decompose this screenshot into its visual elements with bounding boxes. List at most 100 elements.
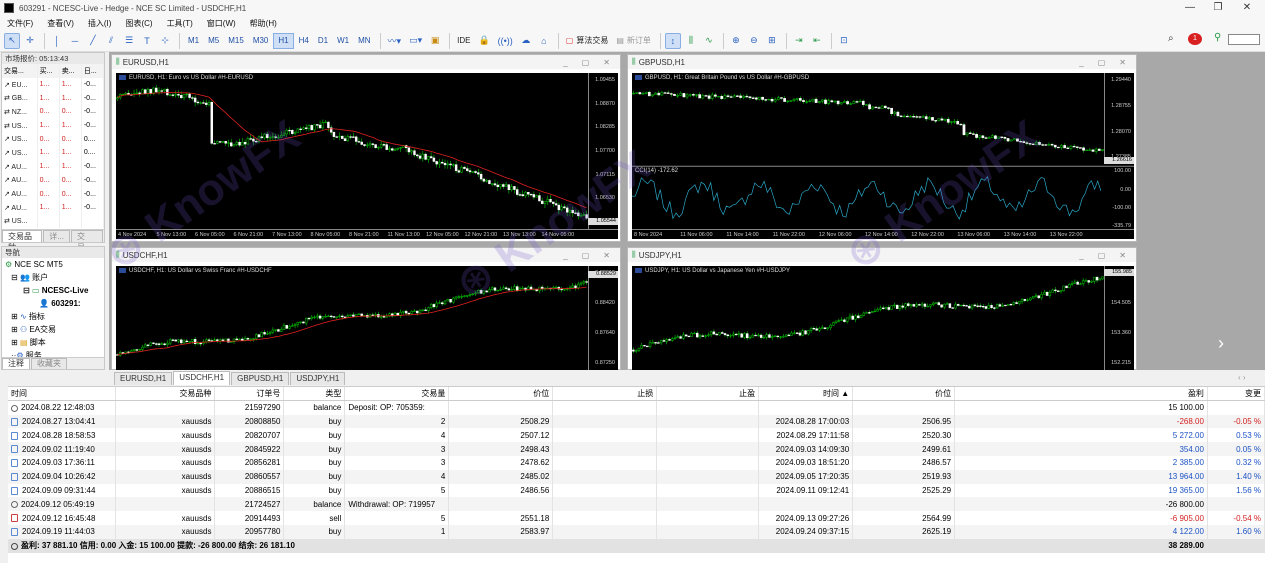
screenshot-icon[interactable]: ⊡ — [836, 33, 852, 49]
menu-file[interactable]: 文件(F) — [0, 18, 40, 29]
column-header[interactable]: 止盈 — [656, 387, 760, 402]
tab-gbpusd[interactable]: GBPUSD,H1 — [231, 372, 290, 385]
maximize-icon[interactable]: ▢ — [582, 58, 590, 67]
column-header[interactable]: 交易量 — [344, 387, 450, 402]
close-icon[interactable]: ✕ — [603, 251, 610, 260]
column-header[interactable]: 价位 — [852, 387, 956, 402]
table-row[interactable]: 2024.08.28 18:58:53 xauusds 20820707 buy 4 25… — [8, 428, 1265, 443]
tab-scroll-icon[interactable]: ‹ › — [1238, 373, 1246, 382]
market-watch-row[interactable]: ↗ AU... 1... 1... -0... — [2, 200, 105, 215]
channel-icon[interactable]: ⫽ — [103, 33, 119, 49]
ide-button[interactable]: IDE — [454, 33, 473, 49]
chart-window-gbpusd[interactable]: ⫼ GBPUSD,H1 _ ▢ ✕ CCI(14) -172.62 100.00 0.00 -… — [627, 54, 1137, 242]
depth-of-market-icon[interactable]: ↕ — [664, 32, 681, 49]
column-header[interactable]: 日... — [81, 64, 105, 78]
market-watch-row[interactable]: ↗ EU... 1... 1... -0... — [2, 77, 105, 92]
menu-charts[interactable]: 图表(C) — [118, 18, 159, 29]
market-watch-row[interactable]: ↗ AU... 0... 0... -0... — [2, 187, 105, 201]
price-chart[interactable]: EURUSD, H1: Euro vs US Dollar #H-EURUSD 1… — [116, 73, 618, 239]
minimize-icon[interactable]: _ — [563, 251, 567, 260]
table-row[interactable]: 2024.09.04 10:26:42 xauusds 20860557 buy 4 24… — [8, 469, 1265, 484]
price-chart[interactable]: USDJPY, H1: US Dollar vs Japanese Yen #H… — [632, 266, 1134, 370]
chart-type-icon[interactable]: 〰▾ — [385, 33, 405, 49]
column-header[interactable]: 交易品种 — [115, 387, 216, 402]
column-header[interactable]: 买... — [37, 64, 60, 78]
timeframe-h1[interactable]: H1 — [273, 32, 294, 49]
column-header[interactable]: 卖... — [59, 64, 82, 78]
vertical-line-icon[interactable]: │ — [49, 33, 65, 49]
shapes-icon[interactable]: ⊹ — [157, 33, 173, 49]
zoom-in-icon[interactable]: ⊕ — [728, 33, 744, 49]
table-row[interactable]: 2024.09.19 11:44:03 xauusds 20957780 buy 1 25… — [8, 524, 1265, 539]
bar-chart-icon[interactable]: ⫼ — [683, 33, 699, 49]
market-watch-row[interactable]: ↗ US... 0... 0... 0.... — [2, 132, 105, 147]
tab-usdjpy[interactable]: USDJPY,H1 — [290, 372, 346, 385]
market-watch-row[interactable]: ⇄ US... 1... 1... -0... — [2, 118, 105, 133]
price-axis[interactable]: 1.294401.287551.280701.27385 — [1104, 73, 1134, 165]
lock-icon[interactable]: 🔒 — [475, 33, 492, 49]
close-icon[interactable]: ✕ — [1119, 251, 1126, 260]
table-row[interactable]: 2024.09.09 09:31:44 xauusds 20886515 buy 5 24… — [8, 483, 1265, 498]
nav-item-indicators[interactable]: ⊞ ∿ 指标 — [5, 310, 104, 323]
chevron-right-icon[interactable]: › — [1218, 333, 1224, 354]
restore-icon[interactable]: ❐ — [1203, 0, 1233, 16]
time-axis[interactable]: 8 Nov 2024 11 Nov 06:00 11 Nov 14:00 11 Nov… — [632, 229, 1134, 239]
column-header[interactable]: 交易... — [2, 64, 38, 78]
price-axis[interactable]: 0.886100.884200.876400.87250 — [588, 266, 618, 370]
minimize-icon[interactable]: _ — [1079, 58, 1083, 67]
nav-item-scripts[interactable]: ⊞ ▤ 脚本 — [5, 336, 104, 349]
column-header[interactable]: 价位 — [448, 387, 554, 402]
chart-window-usdchf[interactable]: ⫼ USDCHF,H1 _ ▢ ✕ USDCHF, H1: US Dollar vs S… — [111, 247, 621, 370]
algo-trading-button[interactable]: ▢ 算法交易 — [563, 33, 612, 49]
template-icon[interactable]: ▭▾ — [406, 33, 425, 49]
timeframe-d1[interactable]: D1 — [314, 33, 332, 49]
line-chart-icon[interactable]: ∿ — [701, 33, 717, 49]
table-row[interactable]: 2024.08.27 13:04:41 xauusds 20808850 buy 2 25… — [8, 414, 1265, 429]
market-icon[interactable]: ⌂ — [536, 33, 552, 49]
time-axis[interactable]: 4 Nov 2024 5 Nov 13:00 6 Nov 05:00 6 Nov 21… — [116, 229, 618, 239]
price-axis[interactable]: 155.985 154.505 153.360 152.215 — [1104, 266, 1134, 370]
menu-insert[interactable]: 插入(I) — [81, 18, 119, 29]
trendline-icon[interactable]: ╱ — [85, 33, 101, 49]
maximize-icon[interactable]: ▢ — [1098, 58, 1106, 67]
minimize-icon[interactable]: _ — [563, 58, 567, 67]
timeframe-m1[interactable]: M1 — [184, 33, 203, 49]
fibonacci-icon[interactable]: ☰ — [121, 33, 137, 49]
market-watch-row[interactable]: ⇄ GB... 1... 1... -0... — [2, 91, 105, 106]
chart-shift-icon[interactable]: ⇤ — [809, 33, 825, 49]
tab-trading[interactable]: 交易... — [70, 230, 103, 252]
minimize-icon[interactable]: _ — [1079, 251, 1083, 260]
maximize-icon[interactable]: ▢ — [1098, 251, 1106, 260]
menu-view[interactable]: 查看(V) — [40, 18, 81, 29]
chart-window-eurusd[interactable]: ⫼ EURUSD,H1 _ ▢ ✕ EURUSD, H1: Euro vs US Dol… — [111, 54, 621, 242]
market-watch-row[interactable]: ⇄ US... — [2, 214, 105, 229]
timeframe-w1[interactable]: W1 — [333, 33, 353, 49]
crosshair-icon[interactable]: ✛ — [22, 33, 38, 49]
market-watch-row[interactable]: ↗ AU... 0... 0... -0... — [2, 173, 105, 188]
minimize-icon[interactable]: — — [1175, 0, 1205, 16]
text-icon[interactable]: T — [139, 33, 155, 49]
market-watch-row[interactable]: ↗ US... 1... 1... 0.... — [2, 146, 105, 160]
menu-window[interactable]: 窗口(W) — [200, 18, 243, 29]
new-order-button[interactable]: ▤ 新订单 — [613, 33, 654, 49]
search-icon[interactable]: ⌕ — [1168, 33, 1174, 44]
notification-badge[interactable]: 1 — [1188, 33, 1202, 45]
tab-eurusd[interactable]: EURUSD,H1 — [114, 372, 173, 385]
tab-common[interactable]: 注释 — [2, 358, 30, 369]
column-header[interactable]: 订单号 — [214, 387, 285, 402]
vps-icon[interactable]: ☁ — [518, 33, 534, 49]
indicator-icon[interactable]: ▣ — [427, 33, 443, 49]
nav-item-server[interactable]: ⊟ ▭ NCESC-Live — [5, 284, 104, 297]
signal-icon[interactable]: ((•)) — [495, 33, 516, 49]
auto-scroll-icon[interactable]: ⇥ — [791, 33, 807, 49]
column-header[interactable]: 类型 — [283, 387, 346, 402]
timeframe-m5[interactable]: M5 — [204, 33, 223, 49]
table-row[interactable]: 2024.09.12 05:49:19 21724527 balance Withdr… — [8, 497, 1265, 512]
tab-favorites[interactable]: 收藏夹 — [31, 358, 67, 369]
table-row[interactable]: 2024.09.02 11:19:40 xauusds 20845922 buy 3 24… — [8, 442, 1265, 456]
timeframe-m15[interactable]: M15 — [224, 33, 248, 49]
tile-windows-icon[interactable]: ⊞ — [764, 33, 780, 49]
cursor-icon[interactable]: ↖ — [4, 32, 20, 49]
menu-help[interactable]: 帮助(H) — [243, 18, 284, 29]
horizontal-line-icon[interactable]: ─ — [67, 33, 83, 49]
